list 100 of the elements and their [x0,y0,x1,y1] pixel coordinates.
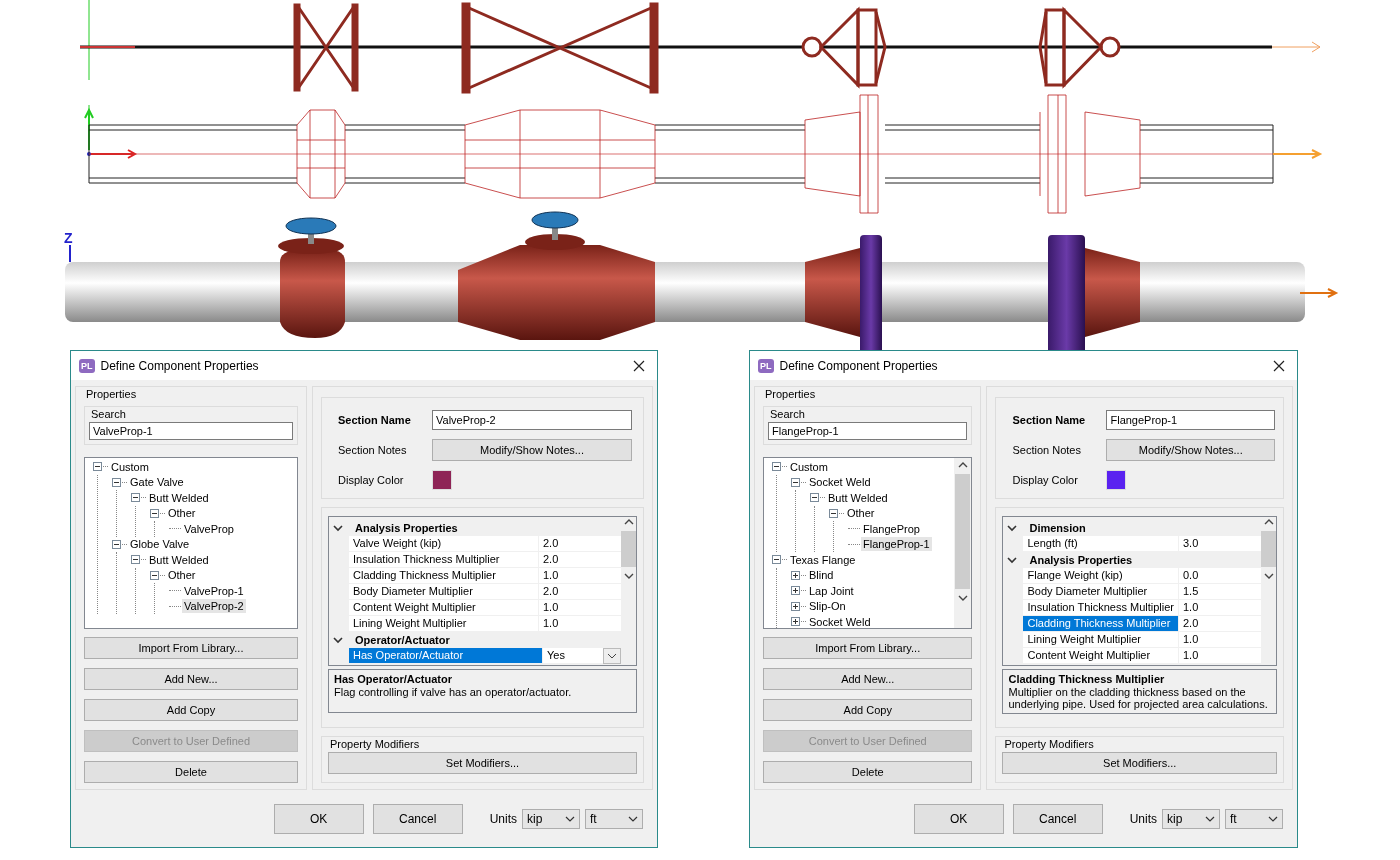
set-modifiers-button[interactable]: Set Modifiers... [1002,752,1277,774]
color-swatch[interactable] [1106,470,1127,490]
expand-icon[interactable] [791,570,800,580]
search-field[interactable]: FlangeProp-1 [768,422,968,440]
section-name-field[interactable]: ValveProp-2 [432,410,632,430]
cancel-button[interactable]: Cancel [372,803,463,834]
tree-item[interactable]: Butt Welded [147,490,211,505]
property-value[interactable]: 2.0 [539,552,621,568]
tree-item[interactable]: Other [166,568,198,583]
property-value[interactable]: 3.0 [1179,536,1261,552]
search-field[interactable]: ValveProp-1 [89,422,293,440]
dropdown-caret-icon[interactable] [565,815,575,822]
collapse-icon[interactable] [772,555,781,565]
property-name[interactable]: Has Operator/Actuator [349,648,543,664]
tree-item[interactable]: Gate Valve [128,475,186,490]
tree-item[interactable]: FlangeProp-1 [861,537,932,552]
scroll-up-icon[interactable] [957,462,968,468]
collapse-icon[interactable] [772,462,781,472]
property-name[interactable]: Content Weight Multiplier [349,600,539,616]
units-dropdown[interactable]: kip [1162,808,1220,829]
scroll-down-icon[interactable] [957,595,968,601]
chevron-down-icon[interactable] [333,523,343,533]
property-value[interactable]: 1.0 [539,600,621,616]
tree-item[interactable]: FlangeProp [861,521,922,536]
collapse-icon[interactable] [131,493,140,503]
tree-item[interactable]: Other [845,506,877,521]
tree-item[interactable]: ValveProp [182,521,236,536]
property-value[interactable]: 1.0 [1179,632,1261,648]
property-name[interactable]: Lining Weight Multiplier [1023,632,1179,648]
property-value[interactable]: 2.0 [1179,616,1261,632]
tree-item[interactable]: Socket Weld [807,614,873,628]
section-name-field[interactable]: FlangeProp-1 [1106,410,1275,430]
chevron-down-icon[interactable] [1007,523,1018,533]
tree-item[interactable]: ValveProp-2 [182,599,246,614]
scroll-down-icon[interactable] [623,573,634,579]
collapse-icon[interactable] [93,462,102,472]
action-button[interactable]: Import From Library... [763,637,973,659]
property-name[interactable]: Length (ft) [1023,536,1179,552]
notes-button[interactable]: Modify/Show Notes... [1106,439,1275,461]
property-name[interactable]: Body Diameter Multiplier [349,584,539,600]
action-button[interactable]: Add Copy [84,699,298,721]
collapse-icon[interactable] [131,555,140,565]
property-name[interactable]: Cladding Thickness Multiplier [349,568,539,584]
set-modifiers-button[interactable]: Set Modifiers... [328,752,637,774]
expand-icon[interactable] [791,617,800,627]
property-name[interactable]: Flange Weight (kip) [1023,568,1179,584]
property-name[interactable]: Insulation Thickness Multiplier [349,552,539,568]
property-name[interactable]: Content Weight Multiplier [1023,648,1179,664]
units-dropdown[interactable]: ft [1225,808,1283,829]
tree-item[interactable]: Texas Flange [788,552,858,567]
expand-icon[interactable] [791,601,800,611]
ok-button[interactable]: OK [913,803,1004,834]
property-value[interactable]: 1.0 [1179,648,1261,664]
collapse-icon[interactable] [150,570,159,580]
scroll-up-icon[interactable] [1263,519,1274,525]
collapse-icon[interactable] [112,539,121,549]
tree-item[interactable]: Blind [807,568,836,583]
tree-item[interactable]: ValveProp-1 [182,583,246,598]
collapse-icon[interactable] [112,477,121,487]
tree-item[interactable]: Custom [788,459,830,474]
property-value[interactable]: 1.0 [539,568,621,584]
notes-button[interactable]: Modify/Show Notes... [432,439,632,461]
action-button[interactable]: Add New... [84,668,298,690]
property-name[interactable]: Valve Weight (kip) [349,536,539,552]
dropdown-caret-icon[interactable] [1268,815,1278,822]
color-swatch[interactable] [432,470,452,490]
collapse-icon[interactable] [791,477,800,487]
tree-item[interactable]: Custom [109,459,151,474]
tree-item[interactable]: Butt Welded [147,552,211,567]
close-icon[interactable] [633,359,645,372]
units-dropdown[interactable]: ft [585,808,643,829]
action-button[interactable]: Delete [84,761,298,783]
collapse-icon[interactable] [150,508,159,518]
tree-item[interactable]: Slip-On [807,599,848,614]
action-button[interactable]: Import From Library... [84,637,298,659]
property-dropdown[interactable]: Yes [543,648,621,664]
property-value[interactable]: 2.0 [539,536,621,552]
tree-item[interactable]: Globe Valve [128,537,192,552]
scroll-down-icon[interactable] [1263,573,1274,579]
scrollbar[interactable] [954,458,972,628]
tree-item[interactable]: Butt Welded [826,490,890,505]
property-name[interactable]: Body Diameter Multiplier [1023,584,1179,600]
dropdown-caret-icon[interactable] [628,815,638,822]
chevron-down-icon[interactable] [1007,555,1018,565]
property-value[interactable]: 1.5 [1179,584,1261,600]
collapse-icon[interactable] [829,508,838,518]
units-dropdown[interactable]: kip [522,808,580,829]
action-button[interactable]: Add Copy [763,699,973,721]
tree-item[interactable]: Lap Joint [807,583,856,598]
expand-icon[interactable] [791,586,800,596]
scroll-up-icon[interactable] [623,519,634,525]
cancel-button[interactable]: Cancel [1012,803,1103,834]
tree-item[interactable]: Other [166,506,198,521]
property-name[interactable]: Cladding Thickness Multiplier [1023,616,1179,632]
ok-button[interactable]: OK [273,803,364,834]
property-name[interactable]: Insulation Thickness Multiplier [1023,600,1179,616]
property-value[interactable]: 0.0 [1179,568,1261,584]
property-value[interactable]: 2.0 [539,584,621,600]
tree-item[interactable]: Socket Weld [807,475,873,490]
close-icon[interactable] [1273,359,1285,372]
